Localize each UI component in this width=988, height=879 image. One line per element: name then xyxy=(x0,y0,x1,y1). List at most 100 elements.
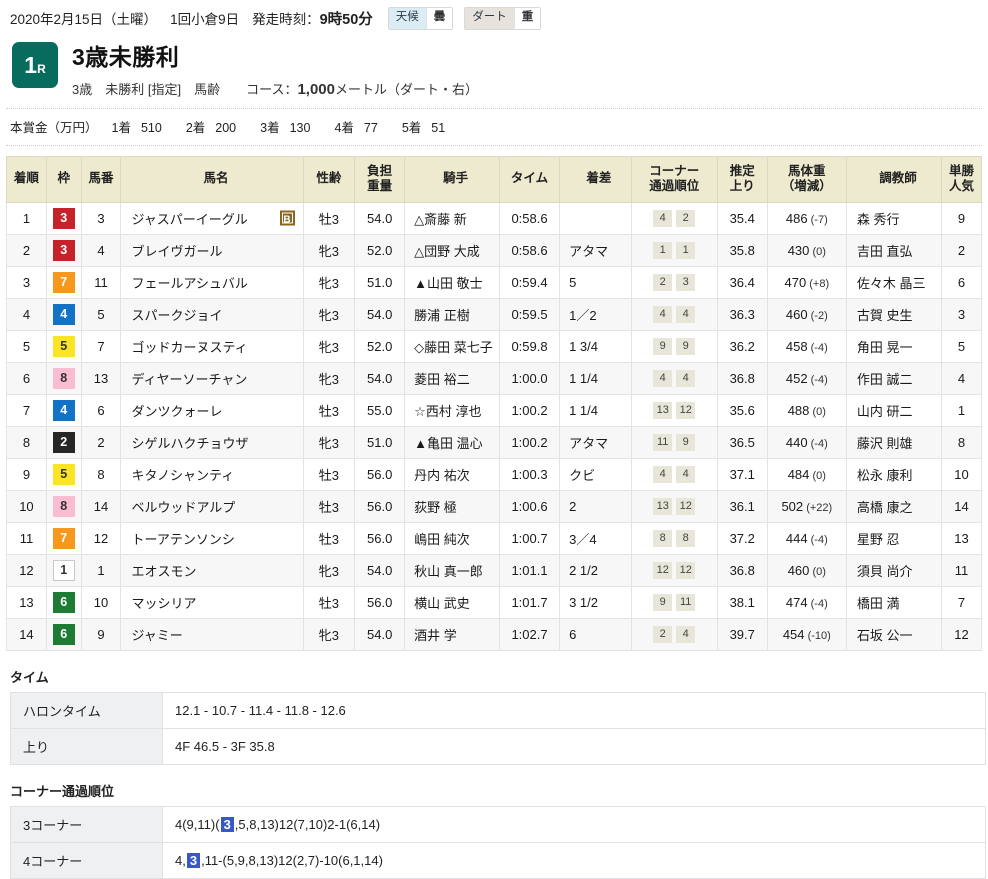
horse-name-link[interactable]: エオスモン xyxy=(131,564,196,579)
cell-horse-name[interactable]: キタノシャンティ xyxy=(120,457,304,491)
cell-waku: 6 xyxy=(45,585,82,619)
table-row[interactable]: 2 3 4 ブレイヴガール 牝3 52.0 △団野 大成 0:58.6 アタマ 1 1 35.8 430… xyxy=(6,233,982,267)
cell-jockey[interactable]: 勝浦 正樹 xyxy=(404,297,500,331)
cell-umaban: 4 xyxy=(80,233,122,267)
cell-trainer[interactable]: 古賀 史生 xyxy=(845,297,943,331)
cell-horse-name[interactable]: スパークジョイ xyxy=(120,297,304,331)
cell-trainer[interactable]: 山内 研二 xyxy=(845,393,943,427)
table-row[interactable]: 14 6 9 ジャミー 牝3 54.0 酒井 学 1:02.7 6 2 4 39.7 454 (-10)… xyxy=(6,617,982,651)
corner-chip: 8 xyxy=(653,530,673,548)
table-row[interactable]: 5 5 7 ゴッドカーヌスティ 牝3 52.0 ◇藤田 菜七子 0:59.8 1 3/4 9 9 36… xyxy=(6,329,982,363)
cell-horse-name[interactable]: ベルウッドアルプ xyxy=(120,489,304,523)
col-trainer[interactable]: 調教師 xyxy=(845,155,943,203)
horse-weight-delta: (+8) xyxy=(806,277,830,290)
cell-jockey[interactable]: △斎藤 新 xyxy=(404,201,500,235)
cell-trainer[interactable]: 吉田 直弘 xyxy=(845,233,943,267)
cell-trainer[interactable]: 石坂 公一 xyxy=(845,617,943,651)
horse-name-link[interactable]: フェールアシュバル xyxy=(131,276,247,291)
cell-jockey[interactable]: 酒井 学 xyxy=(404,617,500,651)
col-time[interactable]: タイム xyxy=(498,155,561,203)
col-handicap-weight[interactable]: 負担 重量 xyxy=(354,155,406,203)
corner-chip: 9 xyxy=(653,594,673,612)
cell-rank: 7 xyxy=(6,393,47,427)
cell-trainer[interactable]: 高橋 康之 xyxy=(845,489,943,523)
table-row[interactable]: 9 5 8 キタノシャンティ 牡3 56.0 丹内 祐次 1:00.3 クビ 4 4 37.1 484 … xyxy=(6,457,982,491)
col-margin[interactable]: 着差 xyxy=(559,155,632,203)
cell-horse-name[interactable]: ジャミー xyxy=(120,617,304,651)
cell-trainer[interactable]: 角田 晃一 xyxy=(845,329,943,363)
cell-trainer[interactable]: 佐々木 晶三 xyxy=(845,265,943,299)
horse-name-link[interactable]: ジャスパーイーグル xyxy=(131,212,247,227)
cell-jockey[interactable]: 荻野 極 xyxy=(404,489,500,523)
cell-trainer[interactable]: 橋田 満 xyxy=(845,585,943,619)
table-row[interactable]: 4 4 5 スパークジョイ 牝3 54.0 勝浦 正樹 0:59.5 1／2 4 4 36.3 460 … xyxy=(6,297,982,331)
col-final-furlong[interactable]: 推定 上り xyxy=(716,155,768,203)
horse-name-link[interactable]: マッシリア xyxy=(131,596,196,611)
cell-horse-name[interactable]: トーアテンソンシ xyxy=(120,521,304,555)
horse-name-link[interactable]: ゴッドカーヌスティ xyxy=(131,340,247,355)
cell-horse-name[interactable]: ダンツクォーレ xyxy=(120,393,304,427)
col-corner-positions[interactable]: コーナー 通過順位 xyxy=(630,155,718,203)
horse-name-link[interactable]: ディヤーソーチャン xyxy=(131,372,247,387)
time-row-value: 12.1 - 10.7 - 11.4 - 11.8 - 12.6 xyxy=(162,691,986,729)
col-horse-weight[interactable]: 馬体重 （増減） xyxy=(766,155,847,203)
cell-horse-name[interactable]: シゲルハクチョウザ xyxy=(120,425,304,459)
table-row[interactable]: 11 7 12 トーアテンソンシ 牡3 56.0 嶋田 純次 1:00.7 3／4 8 8 37.2 4… xyxy=(6,521,982,555)
cell-jockey[interactable]: 菱田 裕二 xyxy=(404,361,500,395)
cell-trainer[interactable]: 須貝 尚介 xyxy=(845,553,943,587)
corner-chip-group: 44 xyxy=(653,466,696,484)
col-waku[interactable]: 枠 xyxy=(45,155,82,203)
horse-name-link[interactable]: ベルウッドアルプ xyxy=(131,500,235,515)
col-umaban[interactable]: 馬番 xyxy=(80,155,122,203)
cell-trainer[interactable]: 星野 忍 xyxy=(845,521,943,555)
corner-chip: 8 xyxy=(676,530,696,548)
horse-name-link[interactable]: ブレイヴガール xyxy=(131,244,222,259)
table-row[interactable]: 7 4 6 ダンツクォーレ 牡3 55.0 ☆西村 淳也 1:00.2 1 1/4 13 12 35.… xyxy=(6,393,982,427)
cell-horse-name[interactable]: マッシリア xyxy=(120,585,304,619)
col-rank[interactable]: 着順 xyxy=(6,155,47,203)
cell-jockey[interactable]: ▲山田 敬士 xyxy=(404,265,500,299)
horse-name-link[interactable]: キタノシャンティ xyxy=(131,468,234,483)
cell-jockey[interactable]: 横山 武史 xyxy=(404,585,500,619)
cell-trainer[interactable]: 森 秀行 xyxy=(845,201,943,235)
cell-jockey[interactable]: ◇藤田 菜七子 xyxy=(404,329,500,363)
horse-weight-value: 454 xyxy=(782,626,805,642)
cell-waku: 4 xyxy=(45,393,82,427)
table-row[interactable]: 13 6 10 マッシリア 牡3 56.0 横山 武史 1:01.7 3 1/2 9 11 38.1 4… xyxy=(6,585,982,619)
table-row[interactable]: 6 8 13 ディヤーソーチャン 牝3 54.0 菱田 裕二 1:00.0 1 1/4 4 4 36.… xyxy=(6,361,982,395)
cell-horse-name[interactable]: ゴッドカーヌスティ xyxy=(120,329,304,363)
horse-name-link[interactable]: シゲルハクチョウザ xyxy=(131,436,248,451)
horse-name-link[interactable]: ジャミー xyxy=(131,628,182,643)
horse-name-link[interactable]: スパークジョイ xyxy=(131,308,222,323)
cell-jockey[interactable]: ☆西村 淳也 xyxy=(404,393,500,427)
cell-trainer[interactable]: 作田 誠二 xyxy=(845,361,943,395)
cell-jockey[interactable]: △団野 大成 xyxy=(404,233,500,267)
cell-jockey[interactable]: 秋山 真一郎 xyxy=(404,553,500,587)
cell-horse-name[interactable]: ジャスパーイーグル B xyxy=(120,201,304,235)
horse-name-link[interactable]: トーアテンソンシ xyxy=(131,532,234,547)
cell-trainer[interactable]: 藤沢 則雄 xyxy=(845,425,943,459)
table-row[interactable]: 10 8 14 ベルウッドアルプ 牡3 56.0 荻野 極 1:00.6 2 13 12 36.1 50… xyxy=(6,489,982,523)
horse-name-link[interactable]: ダンツクォーレ xyxy=(131,404,222,419)
cell-horse-name[interactable]: ディヤーソーチャン xyxy=(120,361,304,395)
col-jockey[interactable]: 騎手 xyxy=(404,155,500,203)
table-row[interactable]: 12 1 1 エオスモン 牝3 54.0 秋山 真一郎 1:01.1 2 1/2 12 12 36.8… xyxy=(6,553,982,587)
cell-umaban: 5 xyxy=(80,297,122,331)
cell-umaban: 6 xyxy=(80,393,122,427)
corner-chip: 12 xyxy=(653,562,673,580)
cell-horse-name[interactable]: エオスモン xyxy=(120,553,304,587)
cell-jockey[interactable]: 嶋田 純次 xyxy=(404,521,500,555)
cell-sex-age: 牝3 xyxy=(302,265,356,299)
cell-jockey[interactable]: 丹内 祐次 xyxy=(404,457,500,491)
col-horse-name[interactable]: 馬名 xyxy=(120,155,304,203)
table-row[interactable]: 3 7 11 フェールアシュバル 牝3 51.0 ▲山田 敬士 0:59.4 5 2 3 36.4 47… xyxy=(6,265,982,299)
col-popularity[interactable]: 単勝 人気 xyxy=(941,155,982,203)
cell-trainer[interactable]: 松永 康利 xyxy=(845,457,943,491)
col-sex-age[interactable]: 性齢 xyxy=(302,155,356,203)
table-row[interactable]: 1 3 3 ジャスパーイーグル B 牡3 54.0 △斎藤 新 0:58.6 4 2 35.4 486 … xyxy=(6,201,982,235)
cell-jockey[interactable]: ▲亀田 温心 xyxy=(404,425,500,459)
cell-horse-name[interactable]: ブレイヴガール xyxy=(120,233,304,267)
cell-horse-name[interactable]: フェールアシュバル xyxy=(120,265,304,299)
table-row[interactable]: 8 2 2 シゲルハクチョウザ 牝3 51.0 ▲亀田 温心 1:00.2 アタマ 11 9 36.5… xyxy=(6,425,982,459)
cell-sex-age: 牡3 xyxy=(302,201,356,235)
